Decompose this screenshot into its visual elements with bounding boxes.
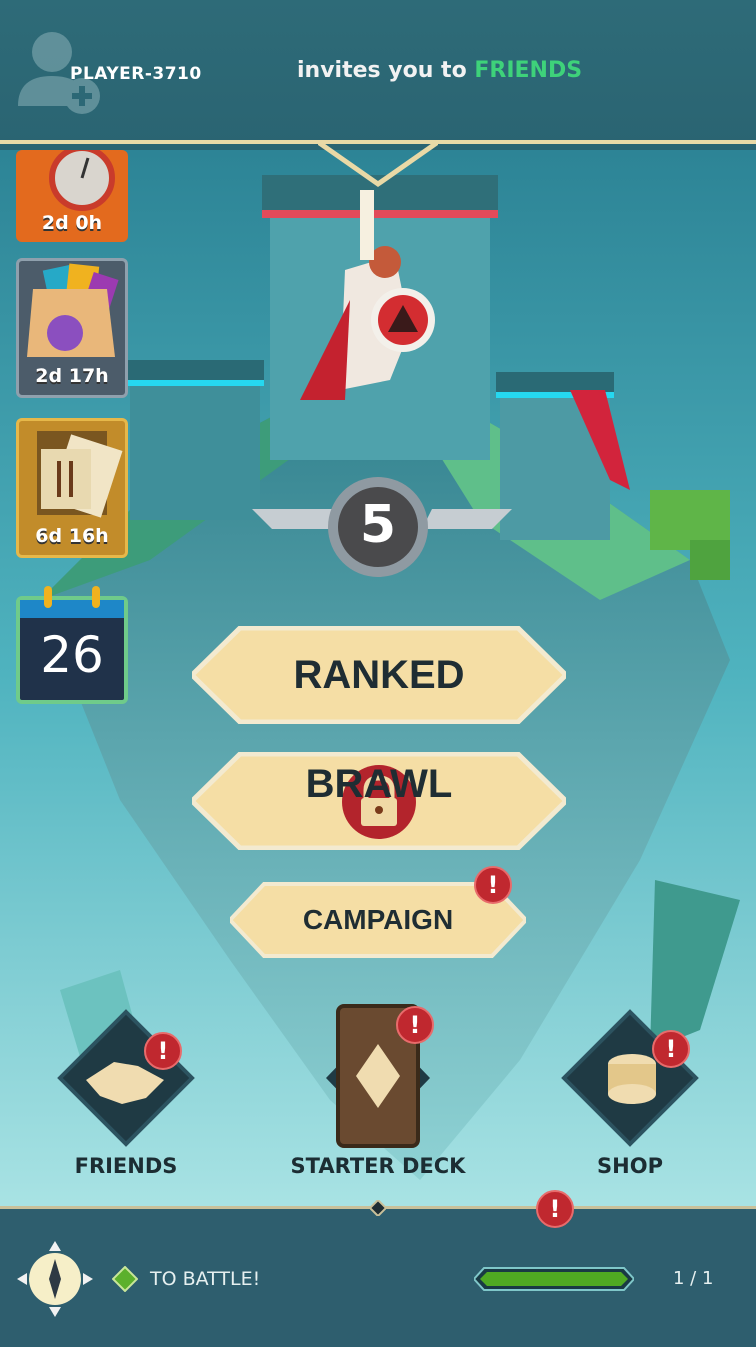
daily-calendar-tile[interactable]: 26 (16, 586, 128, 704)
friends-label: FRIENDS (74, 1154, 178, 1178)
invite-text: invites you to (297, 58, 475, 83)
rank-level: 5 (359, 495, 397, 555)
coins-icon (561, 1009, 699, 1147)
shopping-bag-icon (27, 263, 119, 357)
quest-diamond-icon (112, 1266, 138, 1292)
shop-alert-icon: ! (652, 1030, 690, 1068)
invite-message: invites you to FRIENDS (297, 58, 582, 83)
stopwatch-icon (49, 150, 115, 211)
quest-progress-bar (472, 1267, 636, 1291)
event-tile-card-pack[interactable]: 6d 16h (16, 418, 128, 558)
inviting-player-name: PLAYER-3710 (70, 64, 202, 84)
ranked-label: RANKED (293, 652, 465, 697)
campaign-alert-icon: ! (474, 866, 512, 904)
quest-progress-count: 1 / 1 (673, 1268, 714, 1289)
nav-friends[interactable]: FRIENDS (56, 1008, 196, 1188)
nav-starter-deck[interactable]: STARTER DECK (290, 1004, 466, 1188)
ranked-button[interactable]: RANKED (192, 626, 566, 724)
handshake-icon (57, 1009, 195, 1147)
event-timer-label: 2d 17h (35, 365, 109, 387)
quest-label: TO BATTLE! (150, 1268, 261, 1290)
event-timer-label: 2d 0h (41, 212, 103, 234)
diamond-marker-icon (370, 1200, 386, 1216)
calendar-day: 26 (40, 626, 104, 684)
starter-deck-label: STARTER DECK (290, 1154, 466, 1178)
event-tile-stopwatch[interactable]: 2d 0h (16, 150, 128, 242)
card-pack-icon (37, 431, 123, 518)
campaign-label: CAMPAIGN (302, 904, 454, 935)
event-timer-label: 6d 16h (35, 525, 109, 547)
starter-deck-alert-icon: ! (396, 1006, 434, 1044)
banner-notch (318, 139, 438, 188)
brawl-label: BRAWL (305, 761, 453, 806)
friends-alert-icon: ! (144, 1032, 182, 1070)
quest-alert-icon: ! (536, 1190, 574, 1228)
friend-invite-banner[interactable]: PLAYER-3710 invites you to FRIENDS (0, 0, 756, 150)
calendar-icon (20, 586, 124, 618)
card-deck-icon (326, 1004, 430, 1148)
shop-label: SHOP (597, 1154, 663, 1178)
event-tile-shopping-bag[interactable]: 2d 17h (16, 258, 128, 398)
invite-target: FRIENDS (474, 58, 583, 83)
compass-icon[interactable] (17, 1241, 93, 1317)
main-menu-screen: PLAYER-3710 invites you to FRIENDS 2d 0h… (0, 0, 756, 1347)
